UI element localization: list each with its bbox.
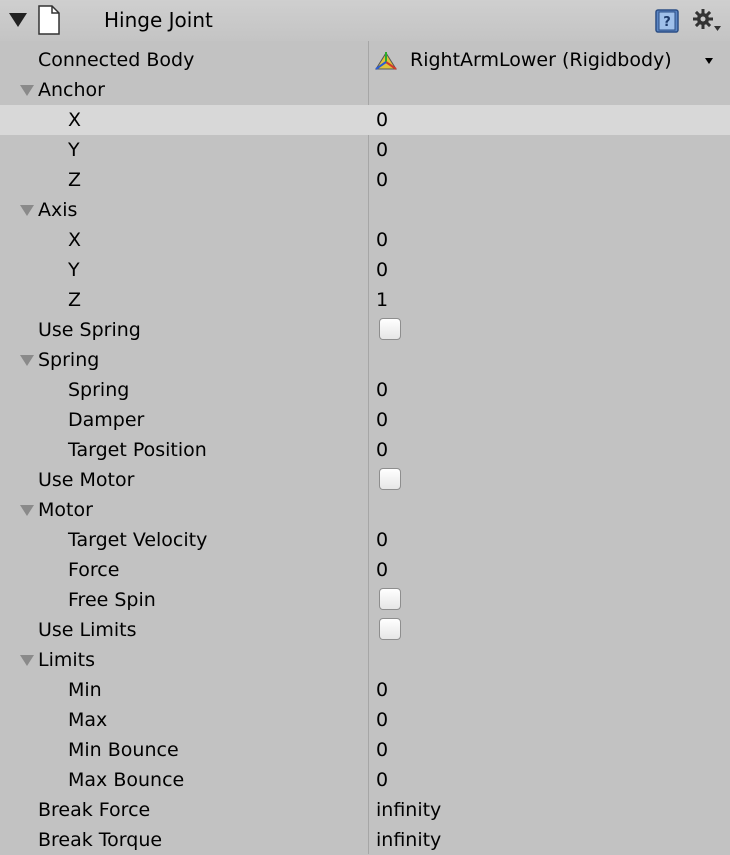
hinge-joint-inspector: Hinge Joint ? Connected Body RightArmLow… [0, 0, 730, 854]
break-torque-label: Break Torque [38, 829, 163, 851]
limits-max-bounce-label: Max Bounce [68, 769, 185, 791]
gear-icon[interactable] [692, 8, 722, 34]
limits-min-bounce-field[interactable]: 0 [376, 739, 388, 761]
axis-z-label: Z [68, 289, 82, 311]
foldout-triangle-icon[interactable] [20, 85, 34, 96]
foldout-triangle-icon[interactable] [20, 655, 34, 666]
document-icon [38, 5, 60, 35]
anchor-foldout[interactable]: Anchor [0, 75, 730, 105]
break-torque-row: Break Torque infinity [0, 825, 730, 855]
axis-x-row: X 0 [0, 225, 730, 255]
spring-damper-row: Damper 0 [0, 405, 730, 435]
spring-foldout[interactable]: Spring [0, 345, 730, 375]
use-motor-checkbox[interactable] [379, 468, 401, 490]
limits-min-row: Min 0 [0, 675, 730, 705]
limits-min-field[interactable]: 0 [376, 679, 388, 701]
motor-force-field[interactable]: 0 [376, 559, 388, 581]
foldout-triangle-icon[interactable] [20, 355, 34, 366]
spring-spring-label: Spring [68, 379, 130, 401]
use-limits-label: Use Limits [38, 619, 137, 641]
foldout-triangle-icon[interactable] [20, 505, 34, 516]
axis-y-row: Y 0 [0, 255, 730, 285]
anchor-x-field[interactable]: 0 [376, 109, 388, 131]
motor-force-row: Force 0 [0, 555, 730, 585]
svg-text:?: ? [663, 15, 671, 30]
spring-damper-field[interactable]: 0 [376, 409, 388, 431]
axis-label: Axis [38, 199, 78, 221]
limits-max-bounce-field[interactable]: 0 [376, 769, 388, 791]
limits-max-row: Max 0 [0, 705, 730, 735]
axis-x-field[interactable]: 0 [376, 229, 388, 251]
limits-min-bounce-label: Min Bounce [68, 739, 179, 761]
spring-spring-field[interactable]: 0 [376, 379, 388, 401]
rigidbody-axes-icon [375, 52, 397, 70]
limits-min-label: Min [68, 679, 102, 701]
spring-target-position-label: Target Position [68, 439, 207, 461]
motor-section-label: Motor [38, 499, 93, 521]
axis-y-field[interactable]: 0 [376, 259, 388, 281]
anchor-z-label: Z [68, 169, 82, 191]
anchor-x-label: X [68, 109, 82, 131]
limits-max-bounce-row: Max Bounce 0 [0, 765, 730, 795]
axis-z-field[interactable]: 1 [376, 289, 388, 311]
axis-x-label: X [68, 229, 82, 251]
foldout-triangle-icon[interactable] [20, 205, 34, 216]
chevron-down-icon[interactable] [705, 58, 713, 64]
break-force-label: Break Force [38, 799, 151, 821]
limits-section-label: Limits [38, 649, 95, 671]
use-motor-row: Use Motor [0, 465, 730, 495]
motor-free-spin-row: Free Spin [0, 585, 730, 615]
limits-max-field[interactable]: 0 [376, 709, 388, 731]
motor-target-velocity-label: Target Velocity [68, 529, 208, 551]
limits-foldout[interactable]: Limits [0, 645, 730, 675]
connected-body-field[interactable]: RightArmLower (Rigidbody) [410, 49, 672, 71]
break-force-field[interactable]: infinity [376, 799, 441, 821]
spring-damper-label: Damper [68, 409, 145, 431]
use-limits-row: Use Limits [0, 615, 730, 645]
anchor-z-field[interactable]: 0 [376, 169, 388, 191]
limits-max-label: Max [68, 709, 108, 731]
spring-section-label: Spring [38, 349, 100, 371]
component-header: Hinge Joint ? [0, 0, 730, 41]
spring-target-position-field[interactable]: 0 [376, 439, 388, 461]
free-spin-checkbox[interactable] [379, 588, 401, 610]
limits-min-bounce-row: Min Bounce 0 [0, 735, 730, 765]
connected-body-label: Connected Body [38, 49, 195, 71]
motor-force-label: Force [68, 559, 120, 581]
break-torque-field[interactable]: infinity [376, 829, 441, 851]
motor-foldout[interactable]: Motor [0, 495, 730, 525]
motor-target-velocity-field[interactable]: 0 [376, 529, 388, 551]
use-spring-label: Use Spring [38, 319, 141, 341]
anchor-x-row: X 0 [0, 105, 730, 135]
motor-free-spin-label: Free Spin [68, 589, 156, 611]
spring-spring-row: Spring 0 [0, 375, 730, 405]
anchor-label: Anchor [38, 79, 105, 101]
anchor-y-row: Y 0 [0, 135, 730, 165]
anchor-z-row: Z 0 [0, 165, 730, 195]
use-motor-label: Use Motor [38, 469, 135, 491]
use-spring-row: Use Spring [0, 315, 730, 345]
break-force-row: Break Force infinity [0, 795, 730, 825]
use-limits-checkbox[interactable] [379, 618, 401, 640]
use-spring-checkbox[interactable] [379, 318, 401, 340]
axis-y-label: Y [68, 259, 80, 281]
anchor-y-label: Y [68, 139, 80, 161]
component-title: Hinge Joint [104, 8, 213, 32]
foldout-triangle-icon[interactable] [9, 13, 27, 27]
help-book-icon[interactable]: ? [655, 9, 679, 33]
axis-z-row: Z 1 [0, 285, 730, 315]
connected-body-row: Connected Body RightArmLower (Rigidbody) [0, 45, 730, 75]
motor-target-velocity-row: Target Velocity 0 [0, 525, 730, 555]
anchor-y-field[interactable]: 0 [376, 139, 388, 161]
spring-target-position-row: Target Position 0 [0, 435, 730, 465]
axis-foldout[interactable]: Axis [0, 195, 730, 225]
